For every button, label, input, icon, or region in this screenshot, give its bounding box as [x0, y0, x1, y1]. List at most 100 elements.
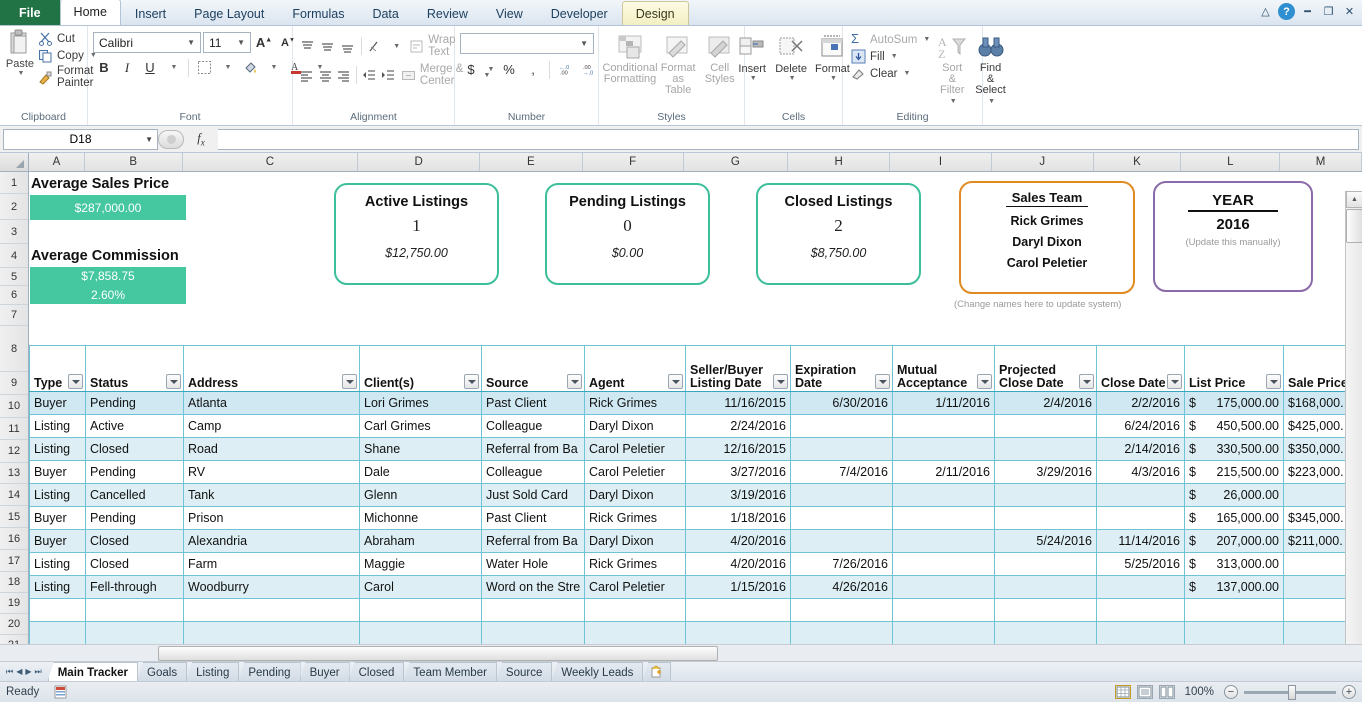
borders-button[interactable] [193, 57, 215, 78]
row-header-9[interactable]: 9 [0, 372, 28, 395]
row-header-7[interactable]: 7 [0, 305, 28, 326]
cell-type[interactable]: Buyer [29, 529, 86, 553]
borders-dropdown[interactable]: ▼ [216, 57, 238, 78]
find-select-button[interactable]: Find & Select ▼ [971, 31, 1010, 109]
first-sheet-icon[interactable]: ⏮ [6, 667, 13, 677]
chevron-down-icon[interactable]: ▼ [950, 96, 957, 107]
cell-listing-date[interactable]: 1/15/2016 [685, 575, 791, 599]
chevron-down-icon[interactable]: ▼ [750, 75, 757, 82]
insert-cells-button[interactable]: Insert ▼ [733, 31, 771, 84]
ribbon-tab-review[interactable]: Review [413, 1, 482, 25]
cell-projected[interactable] [994, 506, 1097, 530]
increase-decimal-button[interactable]: ←.0.00 [555, 59, 577, 80]
cell-expiration[interactable] [790, 529, 893, 553]
avg-sales-price-value[interactable]: $287,000.00 [30, 195, 186, 220]
table-row[interactable]: Listing Cancelled Tank Glenn Just Sold C… [29, 483, 1362, 507]
sheet-tab-team-member[interactable]: Team Member [403, 662, 497, 681]
minimize-icon[interactable]: ━ [1299, 3, 1316, 20]
cell-type[interactable]: Buyer [29, 391, 86, 415]
cell-source[interactable]: Past Client [481, 391, 585, 415]
cell-empty[interactable] [994, 621, 1097, 644]
filter-dropdown-icon[interactable] [773, 374, 788, 389]
cell-client[interactable]: Shane [359, 437, 482, 461]
column-agent[interactable]: Agent [584, 345, 686, 392]
column-list-price[interactable]: List Price [1184, 345, 1284, 392]
align-center-button[interactable] [316, 65, 333, 86]
filter-dropdown-icon[interactable] [166, 374, 181, 389]
kpi-card-pending-listings[interactable]: Pending Listings 0 $0.00 [545, 183, 710, 285]
comma-format-button[interactable]: , [522, 59, 544, 80]
cell-client[interactable]: Maggie [359, 552, 482, 576]
cell-listing-date[interactable]: 4/20/2016 [685, 552, 791, 576]
align-left-button[interactable] [298, 65, 315, 86]
column-clients[interactable]: Client(s) [359, 345, 482, 392]
cell-list-price[interactable]: $175,000.00 [1184, 391, 1284, 415]
cell-empty[interactable] [584, 621, 686, 644]
cell-address[interactable]: Prison [183, 506, 360, 530]
filter-dropdown-icon[interactable] [977, 374, 992, 389]
cell-projected[interactable] [994, 414, 1097, 438]
cell-address[interactable]: RV [183, 460, 360, 484]
cell-projected[interactable] [994, 575, 1097, 599]
ribbon-tab-insert[interactable]: Insert [121, 1, 180, 25]
scroll-up-button[interactable]: ▲ [1346, 191, 1362, 208]
cell-empty[interactable] [85, 598, 184, 622]
column-type[interactable]: Type [29, 345, 86, 392]
filter-dropdown-icon[interactable] [342, 374, 357, 389]
filter-dropdown-icon[interactable] [1079, 374, 1094, 389]
number-format-select[interactable]: ▼ [460, 33, 594, 54]
cell-agent[interactable]: Daryl Dixon [584, 483, 686, 507]
cell-type[interactable]: Listing [29, 414, 86, 438]
filter-dropdown-icon[interactable] [68, 374, 83, 389]
chevron-down-icon[interactable]: ▼ [145, 135, 153, 144]
cell-projected[interactable] [994, 437, 1097, 461]
sheet-tab-closed[interactable]: Closed [348, 662, 405, 681]
cell-address[interactable]: Farm [183, 552, 360, 576]
fill-color-dropdown[interactable]: ▼ [262, 57, 284, 78]
cell-projected[interactable] [994, 552, 1097, 576]
row-header-2[interactable]: 2 [0, 194, 28, 220]
underline-dropdown[interactable]: ▼ [162, 57, 184, 78]
sales-team-member[interactable]: Carol Peletier [1007, 256, 1088, 270]
font-size-select[interactable]: 11 ▼ [203, 32, 251, 53]
avg-commission-value[interactable]: $7,858.75 [30, 267, 186, 285]
help-icon[interactable]: ? [1278, 3, 1295, 20]
column-header-b[interactable]: B [85, 153, 183, 171]
chevron-down-icon[interactable]: ▼ [18, 70, 25, 77]
normal-view-button[interactable] [1114, 685, 1131, 699]
column-projected-close-date[interactable]: Projected Close Date [994, 345, 1097, 392]
year-value[interactable]: 2016 [1216, 216, 1249, 233]
align-bottom-button[interactable] [338, 36, 357, 57]
cell-empty[interactable] [892, 621, 995, 644]
zoom-level[interactable]: 100% [1185, 686, 1214, 698]
cell-empty[interactable] [1184, 621, 1284, 644]
paste-button[interactable]: Paste ▼ [5, 28, 35, 77]
column-mutual-acceptance[interactable]: Mutual Acceptance [892, 345, 995, 392]
cell-projected[interactable]: 5/24/2016 [994, 529, 1097, 553]
cell-empty[interactable] [359, 621, 482, 644]
zoom-out-button[interactable]: − [1224, 685, 1238, 699]
cell-expiration[interactable] [790, 414, 893, 438]
orientation-dropdown[interactable]: ▼ [386, 36, 405, 57]
page-break-view-button[interactable] [1158, 685, 1175, 699]
row-header-5[interactable]: 5 [0, 268, 28, 286]
sales-team-card[interactable]: Sales Team Rick Grimes Daryl Dixon Carol… [959, 181, 1135, 294]
cell-expiration[interactable] [790, 506, 893, 530]
cell-expiration[interactable] [790, 437, 893, 461]
insert-worksheet-button[interactable] [642, 662, 672, 681]
decrease-indent-button[interactable] [361, 65, 378, 86]
cell-empty[interactable] [994, 598, 1097, 622]
cell-status[interactable]: Fell-through [85, 575, 184, 599]
sheet-tab-listing[interactable]: Listing [186, 662, 240, 681]
row-header-15[interactable]: 15 [0, 506, 28, 528]
ribbon-tab-data[interactable]: Data [358, 1, 412, 25]
sheet-tab-source[interactable]: Source [495, 662, 553, 681]
filter-dropdown-icon[interactable] [875, 374, 890, 389]
vertical-scrollbar[interactable]: ▲ [1345, 191, 1362, 644]
cell-agent[interactable]: Carol Peletier [584, 460, 686, 484]
page-layout-view-button[interactable] [1136, 685, 1153, 699]
column-header-d[interactable]: D [358, 153, 480, 171]
cell-client[interactable]: Michonne [359, 506, 482, 530]
cell-empty[interactable] [790, 621, 893, 644]
cell-list-price[interactable]: $26,000.00 [1184, 483, 1284, 507]
